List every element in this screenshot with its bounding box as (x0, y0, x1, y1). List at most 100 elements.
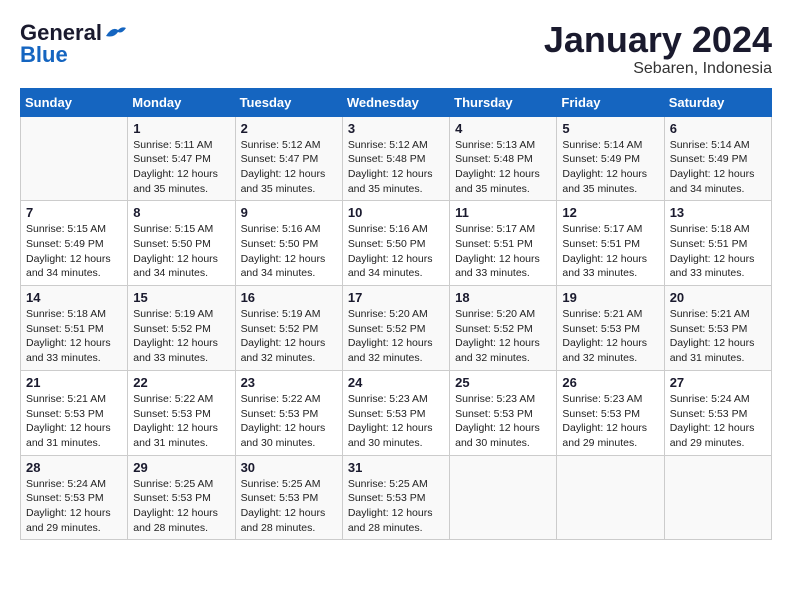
day-number: 22 (133, 375, 229, 390)
day-info: Sunrise: 5:11 AMSunset: 5:47 PMDaylight:… (133, 138, 229, 197)
day-info: Sunrise: 5:19 AMSunset: 5:52 PMDaylight:… (133, 307, 229, 366)
day-number: 15 (133, 290, 229, 305)
day-info: Sunrise: 5:19 AMSunset: 5:52 PMDaylight:… (241, 307, 337, 366)
day-number: 19 (562, 290, 658, 305)
day-info: Sunrise: 5:24 AMSunset: 5:53 PMDaylight:… (26, 477, 122, 536)
table-row: 22 Sunrise: 5:22 AMSunset: 5:53 PMDayligh… (128, 370, 235, 455)
day-info: Sunrise: 5:16 AMSunset: 5:50 PMDaylight:… (241, 222, 337, 281)
day-info: Sunrise: 5:20 AMSunset: 5:52 PMDaylight:… (455, 307, 551, 366)
table-row: 3Sunrise: 5:12 AMSunset: 5:48 PMDaylight… (342, 116, 449, 201)
table-row: 25 Sunrise: 5:23 AMSunset: 5:53 PMDayligh… (450, 370, 557, 455)
day-number: 26 (562, 375, 658, 390)
table-row: 7Sunrise: 5:15 AMSunset: 5:49 PMDaylight… (21, 201, 128, 286)
table-row: 1 Sunrise: 5:11 AMSunset: 5:47 PMDaylight… (128, 116, 235, 201)
table-row: 4 Sunrise: 5:13 AMSunset: 5:48 PMDaylight… (450, 116, 557, 201)
day-info: Sunrise: 5:25 AMSunset: 5:53 PMDaylight:… (133, 477, 229, 536)
title-area: January 2024 Sebaren, Indonesia (544, 20, 772, 78)
table-row: 23 Sunrise: 5:22 AMSunset: 5:53 PMDayligh… (235, 370, 342, 455)
table-row: 12 Sunrise: 5:17 AMSunset: 5:51 PMDayligh… (557, 201, 664, 286)
day-info: Sunrise: 5:23 AMSunset: 5:53 PMDaylight:… (562, 392, 658, 451)
day-info: Sunrise: 5:12 AMSunset: 5:47 PMDaylight:… (241, 138, 337, 197)
table-row: 26 Sunrise: 5:23 AMSunset: 5:53 PMDayligh… (557, 370, 664, 455)
table-row: 6 Sunrise: 5:14 AMSunset: 5:49 PMDaylight… (664, 116, 771, 201)
day-number: 12 (562, 205, 658, 220)
day-info: Sunrise: 5:22 AMSunset: 5:53 PMDaylight:… (241, 392, 337, 451)
day-info: Sunrise: 5:24 AMSunset: 5:53 PMDaylight:… (670, 392, 766, 451)
day-number: 4 (455, 121, 551, 136)
day-number: 31 (348, 460, 444, 475)
day-info: Sunrise: 5:15 AMSunset: 5:49 PMDaylight:… (26, 222, 122, 281)
day-info: Sunrise: 5:22 AMSunset: 5:53 PMDaylight:… (133, 392, 229, 451)
day-number: 13 (670, 205, 766, 220)
day-info: Sunrise: 5:23 AMSunset: 5:53 PMDaylight:… (455, 392, 551, 451)
calendar-week-row: 7Sunrise: 5:15 AMSunset: 5:49 PMDaylight… (21, 201, 772, 286)
table-row (557, 455, 664, 540)
calendar-table: Sunday Monday Tuesday Wednesday Thursday… (20, 88, 772, 541)
table-row: 13 Sunrise: 5:18 AMSunset: 5:51 PMDayligh… (664, 201, 771, 286)
calendar-header-row: Sunday Monday Tuesday Wednesday Thursday… (21, 88, 772, 116)
table-row: 31 Sunrise: 5:25 AMSunset: 5:53 PMDayligh… (342, 455, 449, 540)
table-row: 9 Sunrise: 5:16 AMSunset: 5:50 PMDaylight… (235, 201, 342, 286)
day-number: 20 (670, 290, 766, 305)
day-number: 29 (133, 460, 229, 475)
day-number: 17 (348, 290, 444, 305)
day-info: Sunrise: 5:21 AMSunset: 5:53 PMDaylight:… (670, 307, 766, 366)
table-row: 16Sunrise: 5:19 AMSunset: 5:52 PMDayligh… (235, 286, 342, 371)
day-number: 8 (133, 205, 229, 220)
day-info: Sunrise: 5:17 AMSunset: 5:51 PMDaylight:… (562, 222, 658, 281)
day-number: 25 (455, 375, 551, 390)
day-info: Sunrise: 5:18 AMSunset: 5:51 PMDaylight:… (670, 222, 766, 281)
calendar-week-row: 28Sunrise: 5:24 AMSunset: 5:53 PMDayligh… (21, 455, 772, 540)
day-info: Sunrise: 5:15 AMSunset: 5:50 PMDaylight:… (133, 222, 229, 281)
day-info: Sunrise: 5:21 AMSunset: 5:53 PMDaylight:… (26, 392, 122, 451)
day-info: Sunrise: 5:14 AMSunset: 5:49 PMDaylight:… (670, 138, 766, 197)
day-number: 11 (455, 205, 551, 220)
table-row (664, 455, 771, 540)
table-row: 5Sunrise: 5:14 AMSunset: 5:49 PMDaylight… (557, 116, 664, 201)
day-number: 10 (348, 205, 444, 220)
table-row: 19 Sunrise: 5:21 AMSunset: 5:53 PMDayligh… (557, 286, 664, 371)
day-number: 23 (241, 375, 337, 390)
day-info: Sunrise: 5:16 AMSunset: 5:50 PMDaylight:… (348, 222, 444, 281)
table-row (21, 116, 128, 201)
table-row: 27 Sunrise: 5:24 AMSunset: 5:53 PMDayligh… (664, 370, 771, 455)
table-row: 10 Sunrise: 5:16 AMSunset: 5:50 PMDayligh… (342, 201, 449, 286)
calendar-week-row: 14Sunrise: 5:18 AMSunset: 5:51 PMDayligh… (21, 286, 772, 371)
day-info: Sunrise: 5:25 AMSunset: 5:53 PMDaylight:… (348, 477, 444, 536)
day-info: Sunrise: 5:18 AMSunset: 5:51 PMDaylight:… (26, 307, 122, 366)
day-info: Sunrise: 5:21 AMSunset: 5:53 PMDaylight:… (562, 307, 658, 366)
day-number: 21 (26, 375, 122, 390)
table-row: 14Sunrise: 5:18 AMSunset: 5:51 PMDayligh… (21, 286, 128, 371)
col-friday: Friday (557, 88, 664, 116)
calendar-week-row: 1 Sunrise: 5:11 AMSunset: 5:47 PMDaylight… (21, 116, 772, 201)
table-row: 17 Sunrise: 5:20 AMSunset: 5:52 PMDayligh… (342, 286, 449, 371)
month-title: January 2024 (544, 20, 772, 60)
col-monday: Monday (128, 88, 235, 116)
table-row: 29 Sunrise: 5:25 AMSunset: 5:53 PMDayligh… (128, 455, 235, 540)
table-row: 8 Sunrise: 5:15 AMSunset: 5:50 PMDaylight… (128, 201, 235, 286)
table-row: 21 Sunrise: 5:21 AMSunset: 5:53 PMDayligh… (21, 370, 128, 455)
col-thursday: Thursday (450, 88, 557, 116)
calendar-week-row: 21 Sunrise: 5:21 AMSunset: 5:53 PMDayligh… (21, 370, 772, 455)
table-row: 18 Sunrise: 5:20 AMSunset: 5:52 PMDayligh… (450, 286, 557, 371)
col-wednesday: Wednesday (342, 88, 449, 116)
day-number: 18 (455, 290, 551, 305)
day-number: 30 (241, 460, 337, 475)
day-number: 27 (670, 375, 766, 390)
day-info: Sunrise: 5:13 AMSunset: 5:48 PMDaylight:… (455, 138, 551, 197)
day-info: Sunrise: 5:20 AMSunset: 5:52 PMDaylight:… (348, 307, 444, 366)
day-number: 6 (670, 121, 766, 136)
col-sunday: Sunday (21, 88, 128, 116)
day-info: Sunrise: 5:25 AMSunset: 5:53 PMDaylight:… (241, 477, 337, 536)
day-info: Sunrise: 5:23 AMSunset: 5:53 PMDaylight:… (348, 392, 444, 451)
day-number: 2 (241, 121, 337, 136)
col-saturday: Saturday (664, 88, 771, 116)
day-info: Sunrise: 5:17 AMSunset: 5:51 PMDaylight:… (455, 222, 551, 281)
day-number: 9 (241, 205, 337, 220)
table-row (450, 455, 557, 540)
day-info: Sunrise: 5:12 AMSunset: 5:48 PMDaylight:… (348, 138, 444, 197)
logo-bird-icon (104, 24, 126, 42)
table-row: 28Sunrise: 5:24 AMSunset: 5:53 PMDayligh… (21, 455, 128, 540)
header: General Blue January 2024 Sebaren, Indon… (20, 20, 772, 78)
day-number: 1 (133, 121, 229, 136)
